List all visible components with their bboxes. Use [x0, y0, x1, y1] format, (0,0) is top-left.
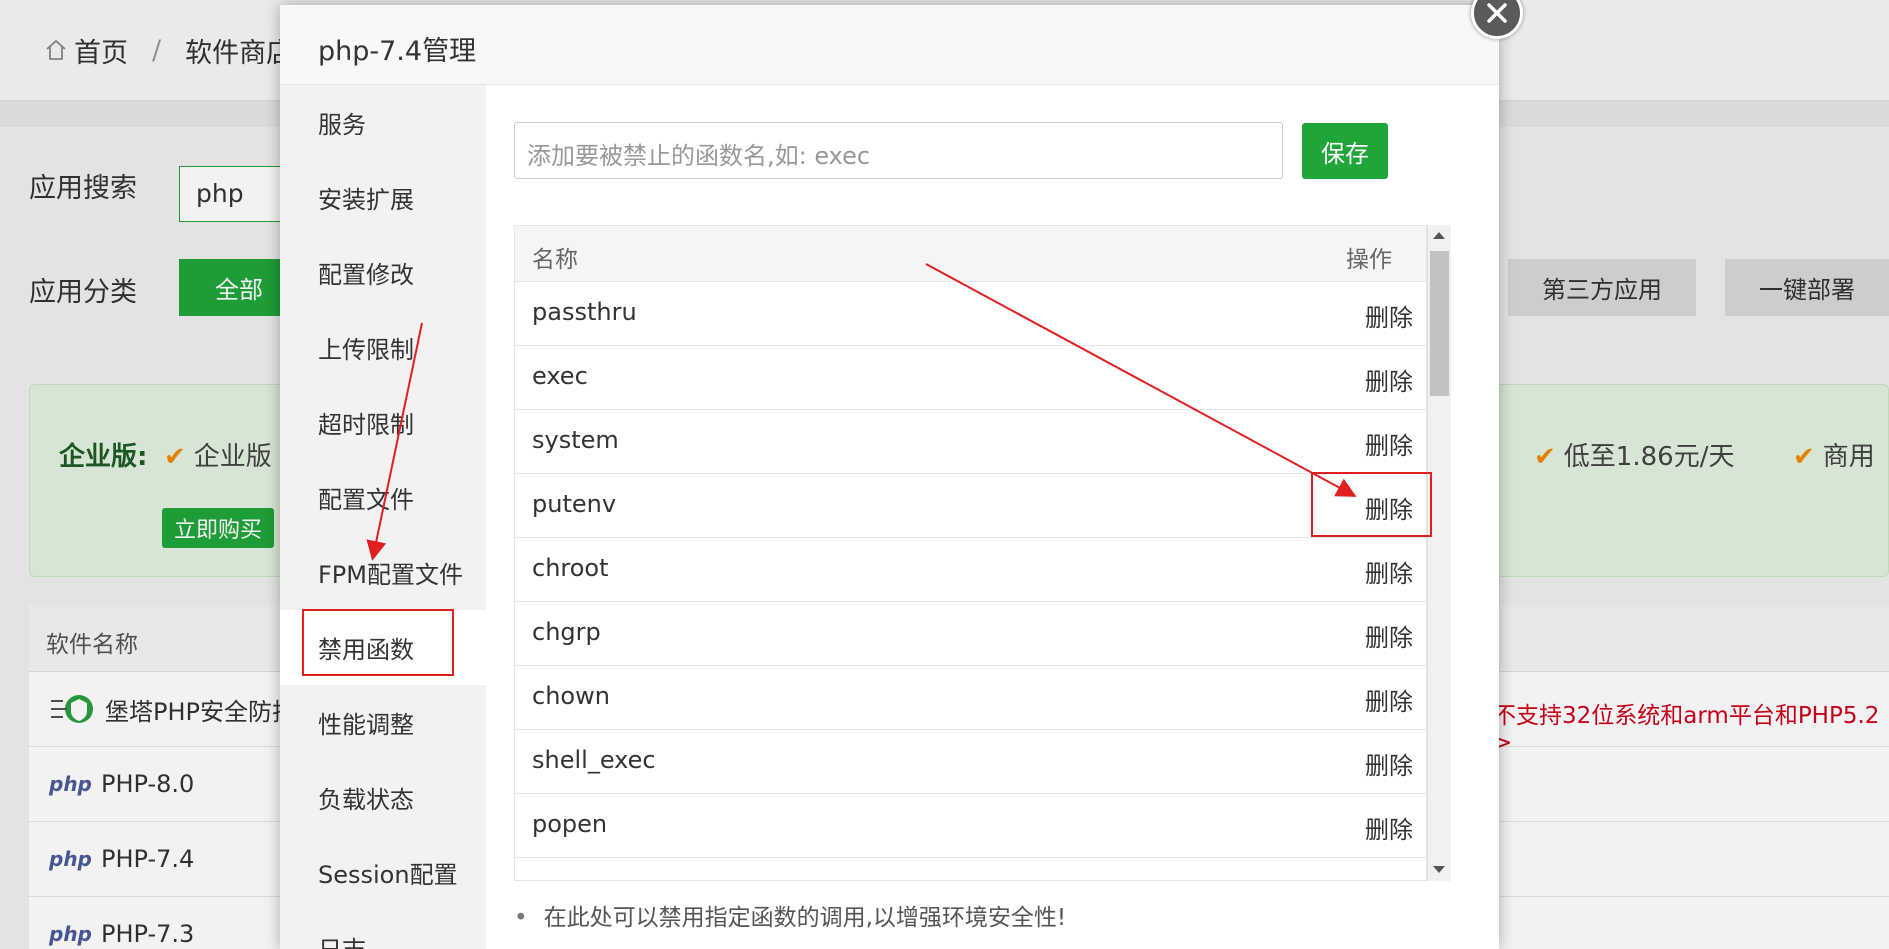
function-name: shell_exec: [532, 746, 656, 774]
nav-item-config-file[interactable]: 配置文件: [280, 460, 486, 535]
table-row: 删除: [515, 858, 1426, 880]
dialog-title: php-7.4管理: [280, 5, 1499, 85]
table-row: system 删除: [515, 410, 1426, 474]
delete-link[interactable]: 删除: [1365, 426, 1413, 461]
nav-item-performance-tuning[interactable]: 性能调整: [280, 685, 486, 760]
nav-item-fpm-config[interactable]: FPM配置文件: [280, 535, 486, 610]
nav-item-install-extension[interactable]: 安装扩展: [280, 160, 486, 235]
nav-item-config-modify[interactable]: 配置修改: [280, 235, 486, 310]
annotation-box-delete: [1311, 472, 1432, 537]
function-name-input[interactable]: 添加要被禁止的函数名,如: exec: [514, 122, 1283, 179]
nav-item-session-config[interactable]: Session配置: [280, 835, 486, 910]
function-name: exec: [532, 362, 588, 390]
dialog-side-nav: 服务 安装扩展 配置修改 上传限制 超时限制 配置文件 FPM配置文件 禁用函数…: [280, 85, 486, 949]
function-name: chgrp: [532, 618, 601, 646]
table-row: chroot 删除: [515, 538, 1426, 602]
delete-link[interactable]: 删除: [1365, 618, 1413, 653]
delete-link[interactable]: 删除: [1365, 298, 1413, 333]
function-name: passthru: [532, 298, 637, 326]
disabled-functions-table: 名称 操作 passthru 删除 exec 删除 system 删除 pute…: [514, 225, 1427, 881]
save-button[interactable]: 保存: [1302, 123, 1388, 179]
table-row: chown 删除: [515, 666, 1426, 730]
table-row: exec 删除: [515, 346, 1426, 410]
table-row: chgrp 删除: [515, 602, 1426, 666]
nav-item-logs[interactable]: 日志: [280, 910, 486, 949]
scroll-up-arrow-icon[interactable]: [1433, 232, 1445, 239]
nav-item-load-status[interactable]: 负载状态: [280, 760, 486, 835]
close-icon: [1487, 3, 1507, 23]
function-name: popen: [532, 810, 608, 838]
function-name: chroot: [532, 554, 609, 582]
delete-link[interactable]: 删除: [1365, 682, 1413, 717]
table-row: popen 删除: [515, 794, 1426, 858]
table-scrollbar[interactable]: [1427, 225, 1451, 881]
scrollbar-thumb[interactable]: [1430, 251, 1449, 396]
nav-item-upload-limit[interactable]: 上传限制: [280, 310, 486, 385]
function-name: chown: [532, 682, 610, 710]
nav-item-timeout-limit[interactable]: 超时限制: [280, 385, 486, 460]
column-header-name: 名称: [532, 247, 578, 273]
annotation-box-disabled-functions: [302, 609, 454, 676]
help-tip: 在此处可以禁用指定函数的调用,以增强环境安全性!: [514, 898, 1067, 932]
table-row: putenv 删除: [515, 474, 1426, 538]
function-name: putenv: [532, 490, 617, 518]
table-row: passthru 删除: [515, 282, 1426, 346]
table-row: shell_exec 删除: [515, 730, 1426, 794]
delete-link[interactable]: 删除: [1365, 362, 1413, 397]
table-header: 名称 操作: [515, 226, 1426, 282]
delete-link[interactable]: 删除: [1365, 874, 1413, 880]
delete-link[interactable]: 删除: [1365, 746, 1413, 781]
function-name: system: [532, 426, 619, 454]
nav-item-service[interactable]: 服务: [280, 85, 486, 160]
delete-link[interactable]: 删除: [1365, 810, 1413, 845]
column-header-operation: 操作: [1346, 247, 1392, 273]
delete-link[interactable]: 删除: [1365, 554, 1413, 589]
scroll-down-arrow-icon[interactable]: [1433, 866, 1445, 873]
